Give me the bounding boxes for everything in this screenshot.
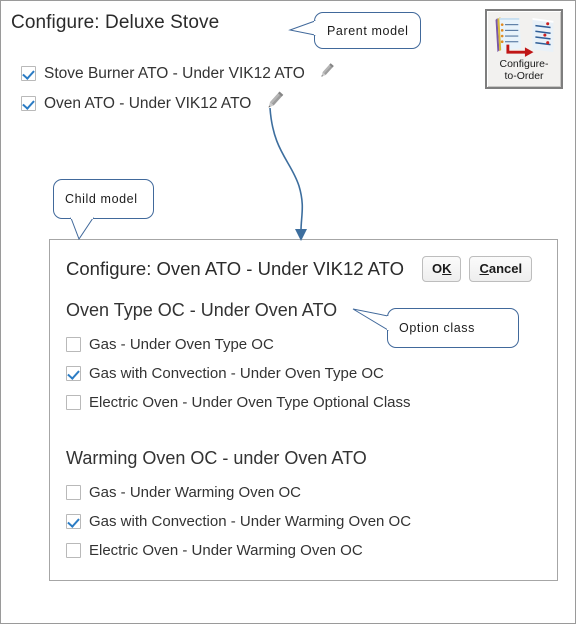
page-title: Configure: Deluxe Stove	[11, 12, 220, 33]
parent-item-label: Oven ATO - Under VIK12 ATO	[44, 94, 252, 112]
option-row[interactable]: Gas - Under Oven Type OC	[66, 330, 411, 359]
edit-pencil-icon[interactable]	[315, 60, 337, 87]
ok-button[interactable]: OK	[421, 256, 462, 282]
cancel-button[interactable]: Cancel	[469, 256, 533, 282]
edit-pencil-icon[interactable]	[261, 88, 287, 119]
screenshot-root: Configure: Deluxe Stove Stove Burner ATO…	[0, 0, 576, 624]
checkbox-option[interactable]	[66, 514, 81, 529]
option-label: Gas with Convection - Under Oven Type OC	[89, 365, 384, 382]
option-class-group: Warming Oven OC - under Oven ATO Gas - U…	[66, 448, 411, 565]
dialog-title: Configure: Oven ATO - Under VIK12 ATO	[66, 258, 404, 279]
option-row[interactable]: Electric Oven - Under Oven Type Optional…	[66, 388, 411, 417]
parent-item-row[interactable]: Stove Burner ATO - Under VIK12 ATO	[21, 60, 337, 87]
configure-to-order-icon	[495, 17, 554, 57]
option-row[interactable]: Electric Oven - Under Warming Oven OC	[66, 536, 411, 565]
option-class-title: Oven Type OC - Under Oven ATO	[66, 300, 338, 320]
checkbox-option[interactable]	[66, 543, 81, 558]
callout-child-model-text: Child model	[65, 192, 138, 206]
child-model-dialog: Configure: Oven ATO - Under VIK12 ATO OK…	[49, 239, 558, 581]
checkbox-option[interactable]	[66, 485, 81, 500]
parent-item-row[interactable]: Oven ATO - Under VIK12 ATO	[21, 88, 287, 119]
checkbox-option[interactable]	[66, 337, 81, 352]
dialog-header: Configure: Oven ATO - Under VIK12 ATO OK…	[66, 256, 547, 282]
dialog-button-group: OK Cancel	[421, 256, 533, 282]
option-row[interactable]: Gas - Under Warming Oven OC	[66, 478, 411, 507]
option-label: Gas with Convection - Under Warming Oven…	[89, 513, 412, 530]
option-class-title: Warming Oven OC - under Oven ATO	[66, 448, 367, 468]
checkbox-option[interactable]	[66, 395, 81, 410]
callout-option-class: Option class	[387, 308, 519, 348]
checkbox-oven-ato[interactable]	[21, 96, 36, 111]
option-row[interactable]: Gas with Convection - Under Oven Type OC	[66, 359, 411, 388]
callout-parent-model-text: Parent model	[327, 23, 409, 38]
checkbox-option[interactable]	[66, 366, 81, 381]
cancel-mnemonic: C	[479, 261, 489, 276]
option-label: Electric Oven - Under Warming Oven OC	[89, 542, 363, 559]
callout-option-class-text: Option class	[399, 321, 475, 335]
parent-item-label: Stove Burner ATO - Under VIK12 ATO	[44, 64, 305, 82]
ok-mnemonic: K	[442, 261, 452, 276]
checkbox-stove-burner-ato[interactable]	[21, 66, 36, 81]
configure-to-order-label: Configure- to-Order	[487, 58, 561, 82]
option-row[interactable]: Gas with Convection - Under Warming Oven…	[66, 507, 411, 536]
cto-label-line2: to-Order	[504, 69, 544, 82]
option-label: Gas - Under Oven Type OC	[89, 336, 274, 353]
option-label: Gas - Under Warming Oven OC	[89, 484, 301, 501]
option-label: Electric Oven - Under Oven Type Optional…	[89, 394, 411, 411]
callout-parent-model: Parent model	[314, 12, 421, 49]
option-class-group: Oven Type OC - Under Oven ATO Gas - Unde…	[66, 300, 411, 417]
configure-to-order-button[interactable]: Configure- to-Order	[485, 9, 563, 89]
cto-label-line1: Configure-	[499, 58, 549, 70]
callout-child-model: Child model	[53, 179, 154, 219]
